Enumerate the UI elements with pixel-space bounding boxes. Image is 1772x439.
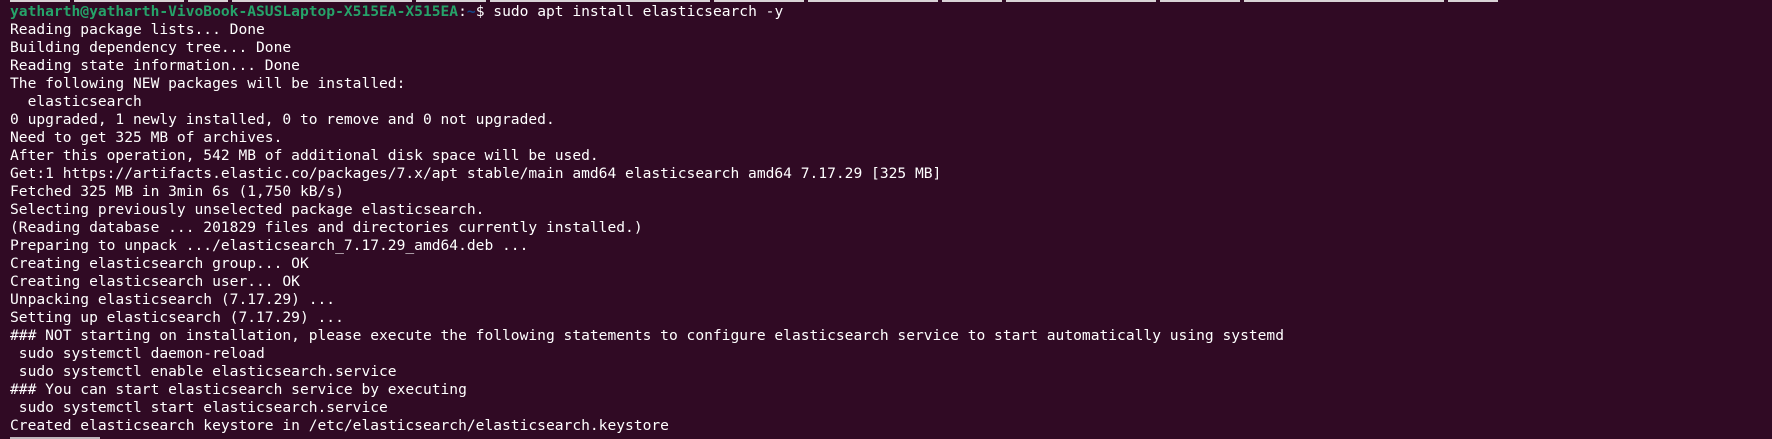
- prompt-line: yatharth@yatharth-VivoBook-ASUSLaptop-X5…: [10, 3, 1772, 21]
- output-line: sudo systemctl daemon-reload: [10, 345, 265, 362]
- output-line: Preparing to unpack .../elasticsearch_7.…: [10, 237, 529, 254]
- clipped-next-line: [10, 435, 100, 439]
- output-line: 0 upgraded, 1 newly installed, 0 to remo…: [10, 111, 555, 128]
- output-line: The following NEW packages will be insta…: [10, 75, 406, 92]
- output-line: Building dependency tree... Done: [10, 39, 292, 56]
- output-line: Setting up elasticsearch (7.17.29) ...: [10, 309, 344, 326]
- output-line: elasticsearch: [10, 93, 142, 110]
- output-line: (Reading database ... 201829 files and d…: [10, 219, 643, 236]
- output-line: Creating elasticsearch group... OK: [10, 255, 309, 272]
- output-line: sudo systemctl start elasticsearch.servi…: [10, 399, 388, 416]
- output-line: sudo systemctl enable elasticsearch.serv…: [10, 363, 397, 380]
- prompt-separator: :: [458, 3, 467, 20]
- output-line: ### You can start elasticsearch service …: [10, 381, 467, 398]
- output-line: Reading state information... Done: [10, 57, 300, 74]
- output-line: Need to get 325 MB of archives.: [10, 129, 283, 146]
- prompt-symbol: $: [475, 3, 485, 20]
- output-line: Reading package lists... Done: [10, 21, 265, 38]
- output-line: After this operation, 542 MB of addition…: [10, 147, 599, 164]
- output-line: ### NOT starting on installation, please…: [10, 327, 1284, 344]
- prompt-user-host: yatharth@yatharth-VivoBook-ASUSLaptop-X5…: [10, 3, 459, 20]
- command-text: sudo apt install elasticsearch -y: [484, 3, 784, 20]
- prompt-path: ~: [466, 3, 476, 20]
- output-line: Fetched 325 MB in 3min 6s (1,750 kB/s): [10, 183, 344, 200]
- output-line: Get:1 https://artifacts.elastic.co/packa…: [10, 165, 942, 182]
- terminal-output: yatharth@yatharth-VivoBook-ASUSLaptop-X5…: [10, 3, 1772, 435]
- terminal-window[interactable]: yatharth@yatharth-VivoBook-ASUSLaptop-X5…: [0, 0, 1772, 439]
- output-line: Created elasticsearch keystore in /etc/e…: [10, 417, 669, 434]
- output-line: Creating elasticsearch user... OK: [10, 273, 300, 290]
- output-line: Unpacking elasticsearch (7.17.29) ...: [10, 291, 336, 308]
- output-line: Selecting previously unselected package …: [10, 201, 485, 218]
